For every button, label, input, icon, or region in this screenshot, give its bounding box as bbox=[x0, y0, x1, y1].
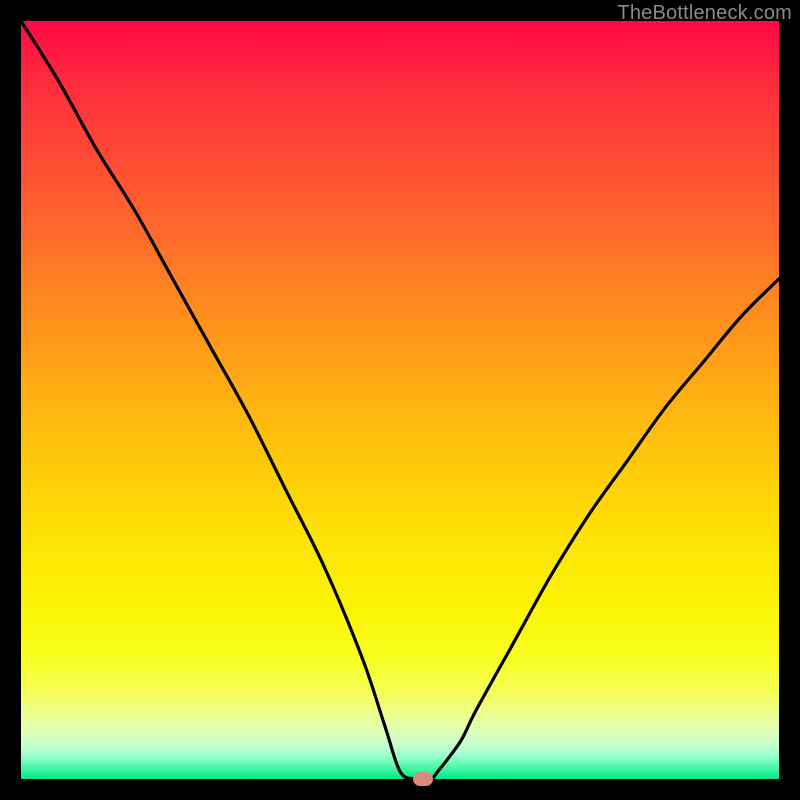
bottleneck-curve bbox=[21, 21, 779, 779]
plot-area bbox=[21, 21, 779, 779]
minimum-marker bbox=[413, 772, 433, 786]
chart-frame: TheBottleneck.com bbox=[0, 0, 800, 800]
